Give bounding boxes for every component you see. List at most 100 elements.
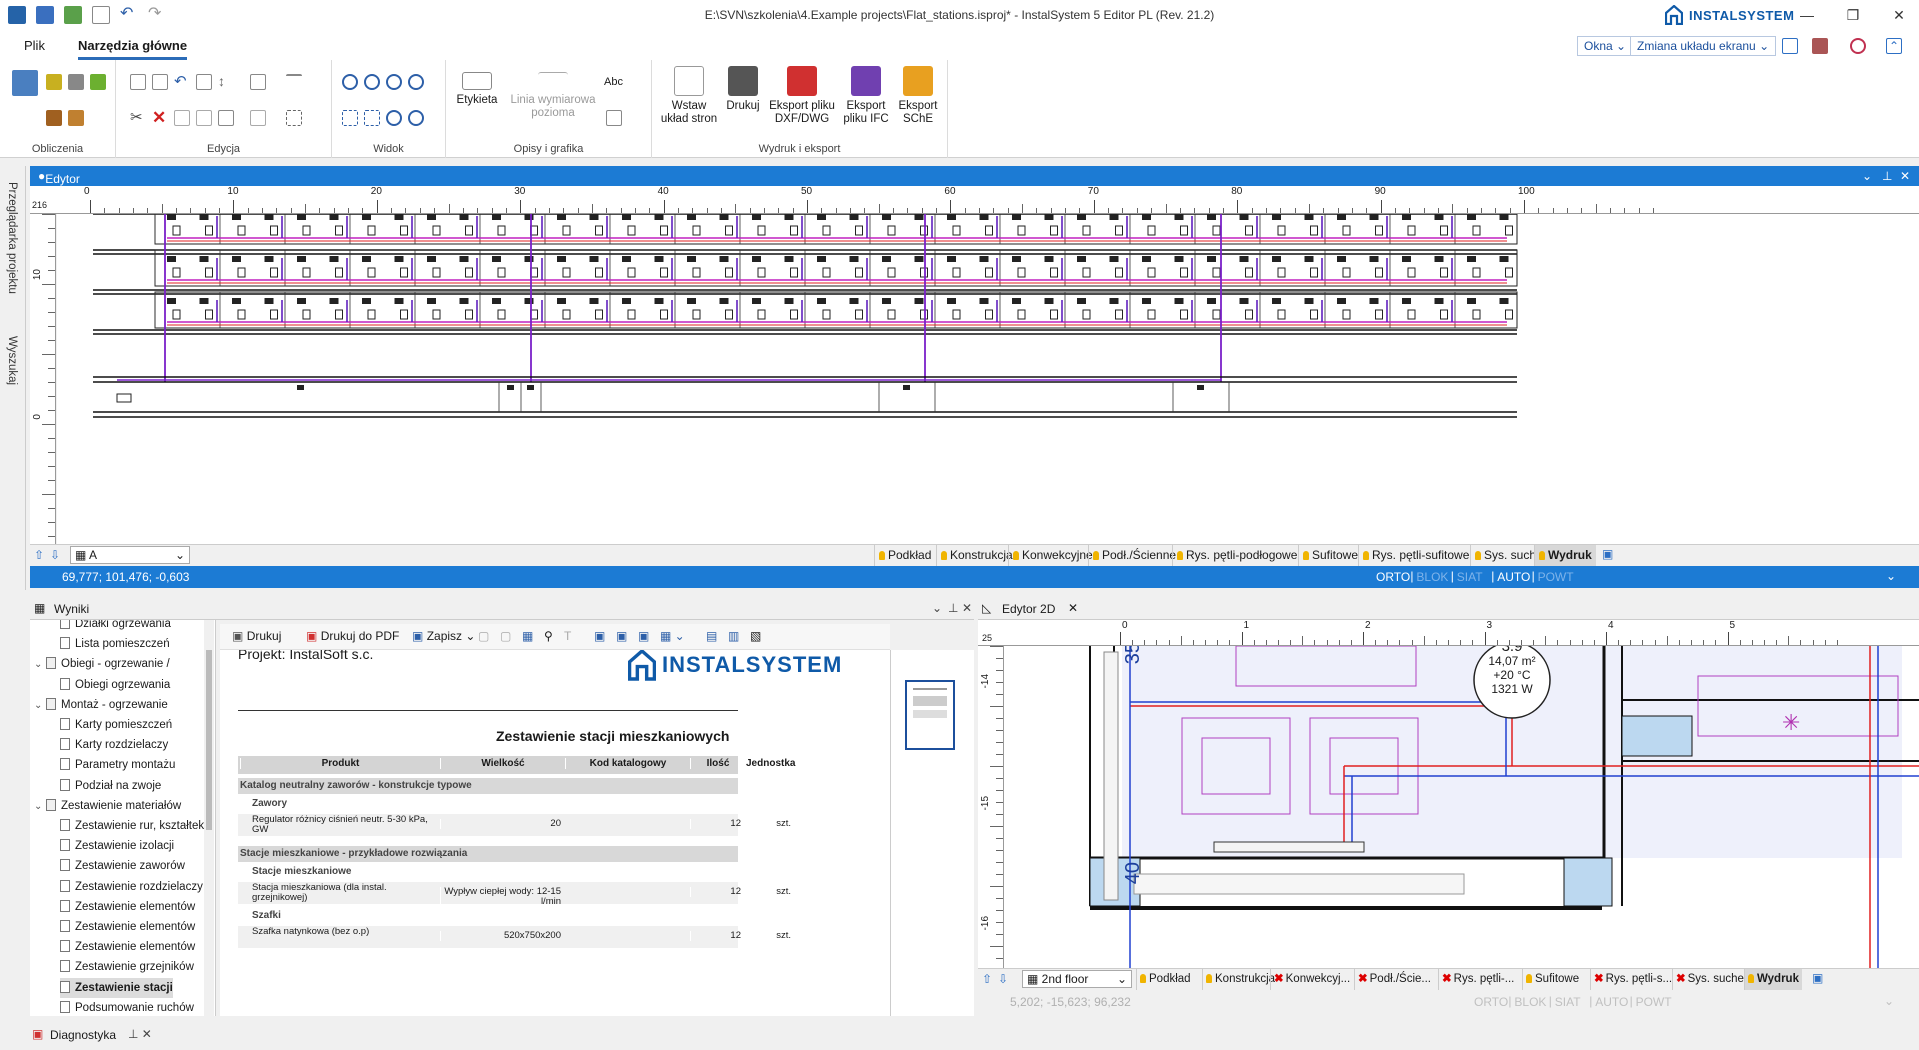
editor-top-pin-icon[interactable]: ⊥ [1882, 169, 1892, 183]
zoom-in-icon[interactable] [342, 74, 358, 90]
align-icon[interactable] [286, 74, 302, 90]
tree-item[interactable]: Zestawienie elementów [60, 897, 195, 917]
array-icon[interactable] [218, 110, 234, 126]
settings-report-icon[interactable]: ▧ [750, 629, 761, 643]
layer-tab[interactable]: ✖ Rys. pętli-... [1438, 969, 1517, 990]
results-menu-icon[interactable]: ⌄ [932, 601, 942, 615]
tree-item[interactable]: Karty rozdzielaczy [60, 735, 168, 755]
print-pdf-button[interactable]: ▣ Drukuj do PDF [306, 629, 399, 643]
layer-tab[interactable]: Podkład [1136, 969, 1194, 990]
page-view-icon[interactable]: ▣ [594, 629, 605, 643]
tree-item[interactable]: ⌄ Obiegi - ogrzewanie / [34, 654, 170, 674]
editor-bottom-canvas[interactable]: ✳ 3.9 14,07 m² +20 °C 1321 W 35 40 [1004, 646, 1919, 968]
page-thumbnail[interactable] [905, 680, 955, 750]
snap-mode-powt[interactable]: POWT [1636, 995, 1672, 1009]
pan-icon[interactable] [408, 110, 424, 126]
search-tab[interactable]: Wyszukaj [6, 336, 18, 385]
print-button[interactable]: Drukuj [724, 66, 762, 113]
tree-item[interactable]: Zestawienie grzejników [60, 957, 194, 977]
diagnostics-tab[interactable]: ▣ Diagnostyka ⊥ ✕ [30, 1024, 230, 1046]
print-report-button[interactable]: ▣ Drukuj [232, 629, 281, 643]
settings-icon[interactable] [1850, 38, 1866, 54]
select-area-icon[interactable] [286, 110, 302, 126]
scroll-down-icon[interactable]: ⇩ [50, 548, 60, 562]
snap-mode-auto[interactable]: AUTO [1497, 570, 1530, 584]
snap-mode-auto[interactable]: AUTO [1595, 995, 1628, 1009]
tree-item[interactable]: Zestawienie rozdzielaczy [60, 877, 203, 897]
multi-page-icon[interactable]: ▣ [638, 629, 649, 643]
scroll-up-bottom-icon[interactable]: ⇧ [982, 972, 992, 986]
snap-mode-siat[interactable]: SIAT [1555, 995, 1581, 1009]
tree-item[interactable]: Obiegi ogrzewania [60, 675, 170, 695]
layer-tab[interactable]: Konstrukcja [936, 545, 1017, 566]
layer-tab[interactable]: ✖ Podł./Ście... [1354, 969, 1434, 990]
monitor-icon[interactable] [1782, 38, 1798, 54]
table-calc-icon[interactable] [12, 70, 38, 96]
status-menu-icon[interactable]: ⌄ [1886, 569, 1896, 583]
tree-item[interactable]: Karty pomieszczeń [60, 715, 172, 735]
layer-tab[interactable]: Wydruk [1744, 969, 1802, 990]
restore-button[interactable]: ❐ [1830, 0, 1876, 30]
close-button[interactable]: ✕ [1876, 0, 1919, 30]
layer-tab[interactable]: Konstrukcja [1202, 969, 1278, 990]
layer-tab[interactable]: Rys. pętli-podłogowe [1172, 545, 1301, 566]
tree-item[interactable]: Podział na zwoje [60, 776, 161, 796]
copy-report-icon[interactable]: ▢ [478, 629, 489, 643]
layer-tab[interactable]: Wydruk [1534, 545, 1596, 566]
tree-item[interactable]: Zestawienie elementów [60, 937, 195, 957]
copy-icon[interactable] [130, 74, 146, 90]
save-report-button[interactable]: ▣ Zapisz ⌄ [412, 629, 475, 643]
tree-item[interactable]: Działki ogrzewania [60, 620, 171, 634]
text-format-icon[interactable]: T [564, 629, 571, 643]
calc-valves-icon[interactable] [68, 110, 84, 126]
export-sche-button[interactable]: Eksport SChE [894, 66, 942, 126]
layer-tab[interactable]: Podł./Ścienne [1088, 545, 1180, 566]
calc-heating-icon[interactable] [46, 74, 62, 90]
find-icon[interactable]: ⚲ [544, 629, 553, 643]
group-icon[interactable] [250, 110, 266, 126]
status-menu-icon[interactable]: ⌄ [1884, 994, 1894, 1008]
editor-bottom-close-icon[interactable]: ✕ [1068, 601, 1078, 615]
snap-mode-orto[interactable]: ORTO [1376, 570, 1410, 584]
insert-pages-button[interactable]: Wstaw układ stron [660, 66, 718, 126]
tree-item[interactable]: Podsumowanie ruchów [60, 998, 194, 1016]
editor-top-menu-icon[interactable]: ⌄ [1862, 169, 1872, 183]
layer-tab[interactable]: Konwekcyjne [1008, 545, 1097, 566]
two-page-icon[interactable]: ▣ [616, 629, 627, 643]
layer-tab[interactable]: Sufitowe [1298, 545, 1362, 566]
layer-settings-icon[interactable]: ▣ [1602, 547, 1613, 561]
scroll-up-icon[interactable]: ⇧ [34, 548, 44, 562]
dimension-line-button[interactable]: Linia wymiarowa pozioma [508, 66, 598, 120]
project-browser-tab[interactable]: Przeglądarka projektu [6, 182, 18, 294]
tab-main-tools[interactable]: Narzędzia główne [78, 38, 188, 60]
mirror-icon[interactable] [174, 110, 190, 126]
minimize-button[interactable]: — [1784, 0, 1830, 30]
zoom-previous-icon[interactable] [364, 110, 380, 126]
floor-select[interactable]: ▦ A ⌄ [70, 546, 190, 564]
calc-pipes-icon[interactable] [46, 110, 62, 126]
tree-item[interactable]: Zestawienie stacji [60, 977, 173, 998]
tree-item[interactable]: Parametry montażu [60, 755, 175, 775]
export-dxf-button[interactable]: Eksport pliku DXF/DWG [766, 66, 838, 126]
layer-tab[interactable]: ✖ Konwekcyj... [1270, 969, 1353, 990]
clipboard-icon[interactable] [196, 74, 212, 90]
paste-report-icon[interactable]: ▢ [500, 629, 511, 643]
layer-tab[interactable]: Sufitowe [1522, 969, 1582, 990]
tree-toggle-icon[interactable]: ⌄ [34, 696, 46, 716]
zoom-window-icon[interactable] [386, 74, 402, 90]
properties-icon[interactable] [250, 74, 266, 90]
tree-item[interactable]: ⌄ Zestawienie materiałów [34, 796, 181, 816]
move-icon[interactable]: ↕ [218, 74, 234, 90]
delete-icon[interactable]: ✕ [152, 109, 168, 126]
calc-radiator-icon[interactable] [68, 74, 84, 90]
layout-select[interactable]: Zmiana układu ekranu ⌄ [1630, 36, 1777, 56]
layer-tab[interactable]: ✖ Sys. suche [1672, 969, 1747, 990]
tree-scroll-thumb[interactable] [206, 650, 212, 830]
tree-item[interactable]: ⌄ Montaż - ogrzewanie [34, 695, 168, 715]
diagnostics-pin-icon[interactable]: ⊥ ✕ [128, 1027, 152, 1041]
snap-mode-orto[interactable]: ORTO [1474, 995, 1508, 1009]
editor-top-close-icon[interactable]: ✕ [1900, 169, 1910, 183]
layer-settings-icon[interactable]: ▣ [1812, 971, 1823, 985]
layout-grid-icon[interactable]: ▦ ⌄ [660, 629, 685, 643]
zoom-all-icon[interactable] [408, 74, 424, 90]
